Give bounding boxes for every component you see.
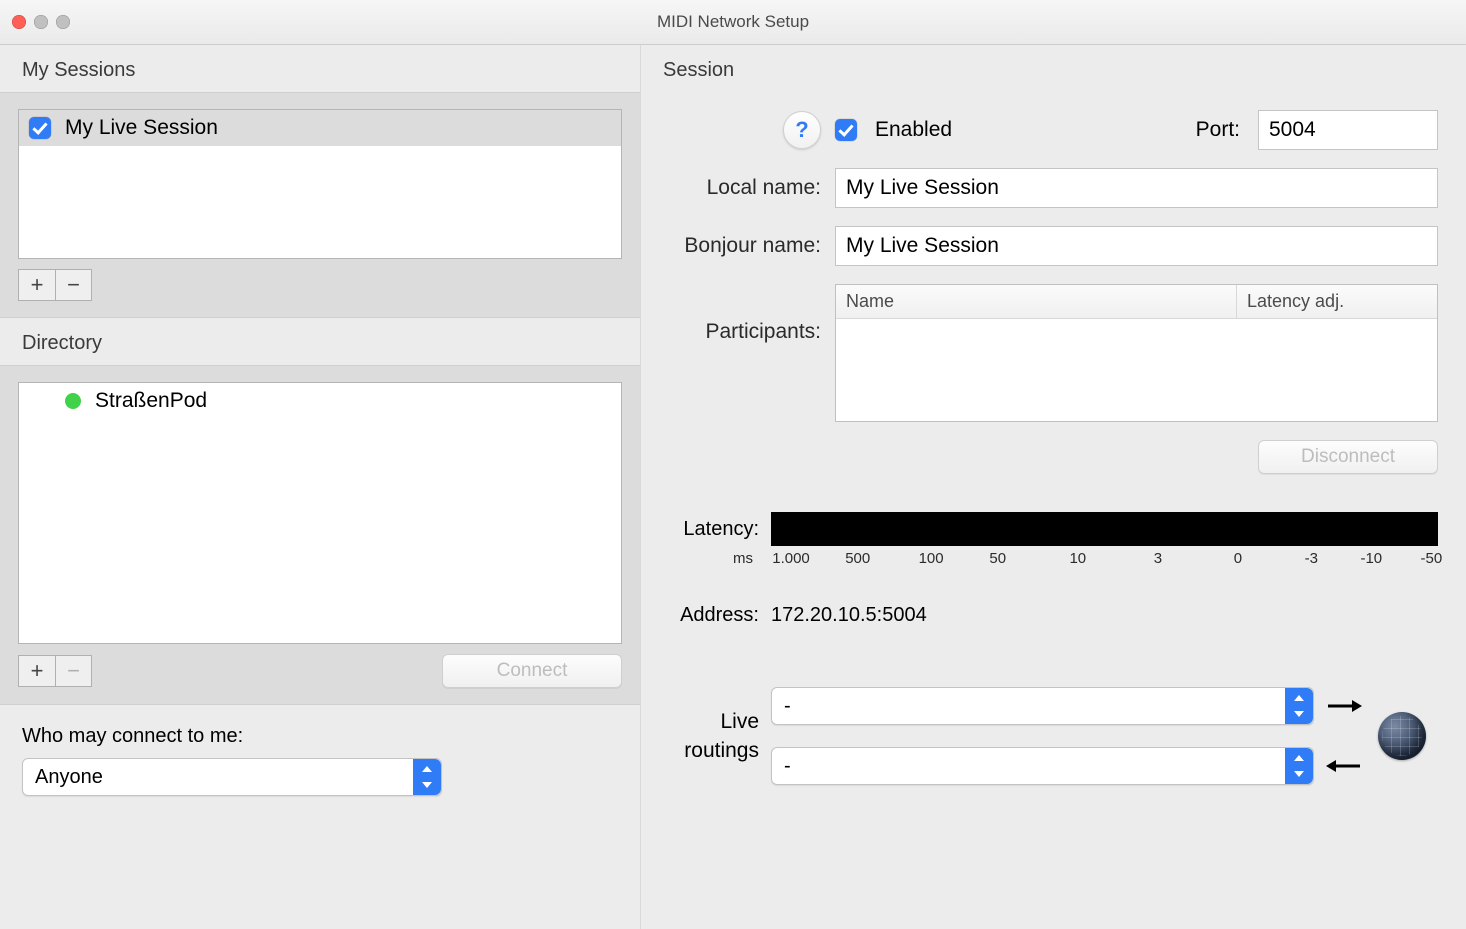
remove-session-button[interactable]: − <box>55 270 91 300</box>
arrow-left-icon <box>1326 757 1362 775</box>
who-may-connect-label: Who may connect to me: <box>22 725 618 748</box>
directory-panel: StraßenPod + − Connect <box>0 365 640 705</box>
disconnect-button[interactable]: Disconnect <box>1258 440 1438 474</box>
session-enabled-checkbox[interactable] <box>29 117 51 139</box>
participants-label: Participants: <box>649 284 821 344</box>
directory-name: StraßenPod <box>95 389 207 413</box>
directory-add-remove: + − <box>18 655 92 687</box>
my-sessions-header: My Sessions <box>0 45 640 92</box>
latency-tick: 10 <box>1069 550 1086 567</box>
latency-tick: 1.000 <box>772 550 810 567</box>
local-name-label: Local name: <box>649 176 821 200</box>
latency-meter <box>771 512 1438 546</box>
who-may-connect-value: Anyone <box>35 766 103 789</box>
participants-col-latency[interactable]: Latency adj. <box>1237 285 1437 318</box>
latency-tick: 100 <box>919 550 944 567</box>
latency-tick: 500 <box>845 550 870 567</box>
dropdown-stepper-icon <box>413 759 441 795</box>
connect-button[interactable]: Connect <box>442 654 622 688</box>
session-header: Session <box>641 45 1466 92</box>
left-pane: My Sessions My Live Session + − Director… <box>0 45 641 929</box>
add-session-button[interactable]: + <box>19 270 55 300</box>
participants-col-name[interactable]: Name <box>836 285 1237 318</box>
network-globe-icon <box>1378 712 1426 760</box>
dropdown-stepper-icon <box>1285 748 1313 784</box>
routing-in-select[interactable]: - <box>771 747 1314 785</box>
latency-unit-label: ms <box>649 550 759 567</box>
live-routings-label: Live routings <box>649 707 759 766</box>
session-row[interactable]: My Live Session <box>19 110 621 146</box>
arrow-right-icon <box>1326 697 1362 715</box>
routing-out-value: - <box>784 695 791 718</box>
enabled-label: Enabled <box>875 118 952 142</box>
session-name: My Live Session <box>65 116 218 140</box>
address-value: 172.20.10.5:5004 <box>771 604 1438 627</box>
latency-label: Latency: <box>649 518 759 541</box>
latency-tick: 50 <box>989 550 1006 567</box>
participants-table[interactable]: Name Latency adj. <box>835 284 1438 422</box>
add-directory-button[interactable]: + <box>19 656 55 686</box>
bonjour-name-field[interactable] <box>835 226 1438 266</box>
participants-body <box>836 319 1437 421</box>
routing-in-value: - <box>784 755 791 778</box>
help-icon: ? <box>795 117 808 143</box>
directory-row[interactable]: StraßenPod <box>19 383 621 419</box>
port-label: Port: <box>1196 118 1240 142</box>
address-label: Address: <box>649 604 759 627</box>
window-title: MIDI Network Setup <box>0 12 1466 32</box>
session-enabled-checkbox[interactable] <box>835 119 857 141</box>
port-field[interactable] <box>1258 110 1438 150</box>
my-sessions-panel: My Live Session + − <box>0 92 640 318</box>
dropdown-stepper-icon <box>1285 688 1313 724</box>
latency-tick: 0 <box>1234 550 1242 567</box>
remove-directory-button[interactable]: − <box>55 656 91 686</box>
latency-tick: -10 <box>1360 550 1382 567</box>
who-may-connect-select[interactable]: Anyone <box>22 758 442 796</box>
bonjour-name-label: Bonjour name: <box>649 234 821 258</box>
latency-tick: -3 <box>1305 550 1318 567</box>
latency-tick: 3 <box>1154 550 1162 567</box>
sessions-listbox[interactable]: My Live Session <box>18 109 622 259</box>
right-pane: Session ? Enabled Port: Local name <box>641 45 1466 929</box>
directory-header: Directory <box>0 318 640 365</box>
help-button[interactable]: ? <box>783 111 821 149</box>
latency-tick: -50 <box>1420 550 1442 567</box>
latency-ticks: 1.000500100501030-3-10-50 <box>771 550 1438 568</box>
directory-listbox[interactable]: StraßenPod <box>18 382 622 644</box>
local-name-field[interactable] <box>835 168 1438 208</box>
status-dot-icon <box>65 393 81 409</box>
titlebar: MIDI Network Setup <box>0 0 1466 45</box>
routing-out-select[interactable]: - <box>771 687 1314 725</box>
sessions-add-remove: + − <box>18 269 92 301</box>
